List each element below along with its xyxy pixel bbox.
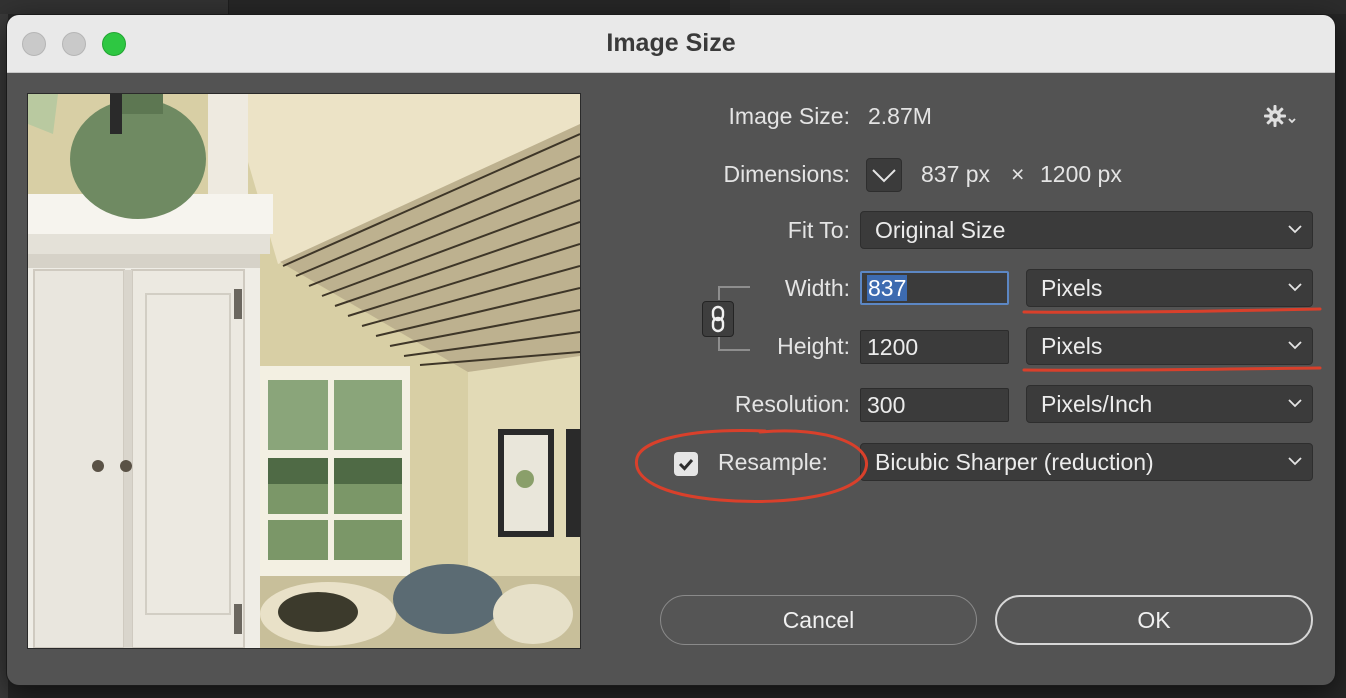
chevron-down-icon [1288,283,1302,292]
image-size-dialog: Image Size Image Size: 2.87M Dimensions:… [7,15,1335,685]
resample-method-dropdown[interactable]: Bicubic Sharper (reduction) [860,443,1313,481]
fit-to-label: Fit To: [787,217,850,243]
dimensions-label: Dimensions: [723,161,850,187]
width-input-value: 837 [867,275,908,301]
link-icon [711,305,725,333]
ok-button[interactable]: OK [995,595,1313,645]
background-app-panel-right [730,0,1346,14]
resolution-unit-dropdown[interactable]: Pixels/Inch [1026,385,1313,423]
resample-method-value: Bicubic Sharper (reduction) [875,449,1154,475]
image-preview[interactable] [27,93,581,649]
dimensions-width-value: 837 px [921,161,991,187]
resample-label[interactable]: Resample: [718,449,828,476]
image-size-value: 2.87M [868,103,932,129]
chevron-down-icon [872,169,896,183]
gear-icon[interactable] [1262,101,1298,131]
preview-photo [28,94,580,648]
height-input[interactable]: 1200 [860,330,1009,364]
constrain-proportions-button[interactable] [702,301,734,337]
dimensions-times-sign: × [1011,161,1025,187]
resolution-input-value: 300 [867,392,906,418]
fit-to-value: Original Size [875,217,1006,243]
checkmark-icon [678,459,694,471]
chevron-down-icon [1288,225,1302,234]
width-unit-value: Pixels [1041,275,1103,301]
dimensions-height-value: 1200 px [1040,161,1122,187]
dimensions-unit-toggle[interactable] [866,158,902,192]
chevron-down-icon [1288,341,1302,350]
image-size-label: Image Size: [728,103,850,129]
height-input-value: 1200 [867,334,919,360]
dialog-title: Image Size [606,29,736,57]
height-unit-dropdown[interactable]: Pixels [1026,327,1313,365]
width-unit-dropdown[interactable]: Pixels [1026,269,1313,307]
resolution-input[interactable]: 300 [860,388,1009,422]
width-input[interactable]: 837 [860,271,1009,305]
resolution-unit-value: Pixels/Inch [1041,391,1153,417]
height-unit-value: Pixels [1041,333,1103,359]
chevron-down-icon [1288,457,1302,466]
height-label: Height: [777,333,850,359]
width-label: Width: [784,275,850,301]
resolution-label: Resolution: [734,391,850,417]
title-bar: Image Size [7,15,1335,73]
resample-checkbox[interactable] [674,452,698,476]
chevron-down-icon [1288,399,1302,408]
background-app-panel [0,0,229,14]
cancel-button[interactable]: Cancel [660,595,977,645]
fit-to-dropdown[interactable]: Original Size [860,211,1313,249]
